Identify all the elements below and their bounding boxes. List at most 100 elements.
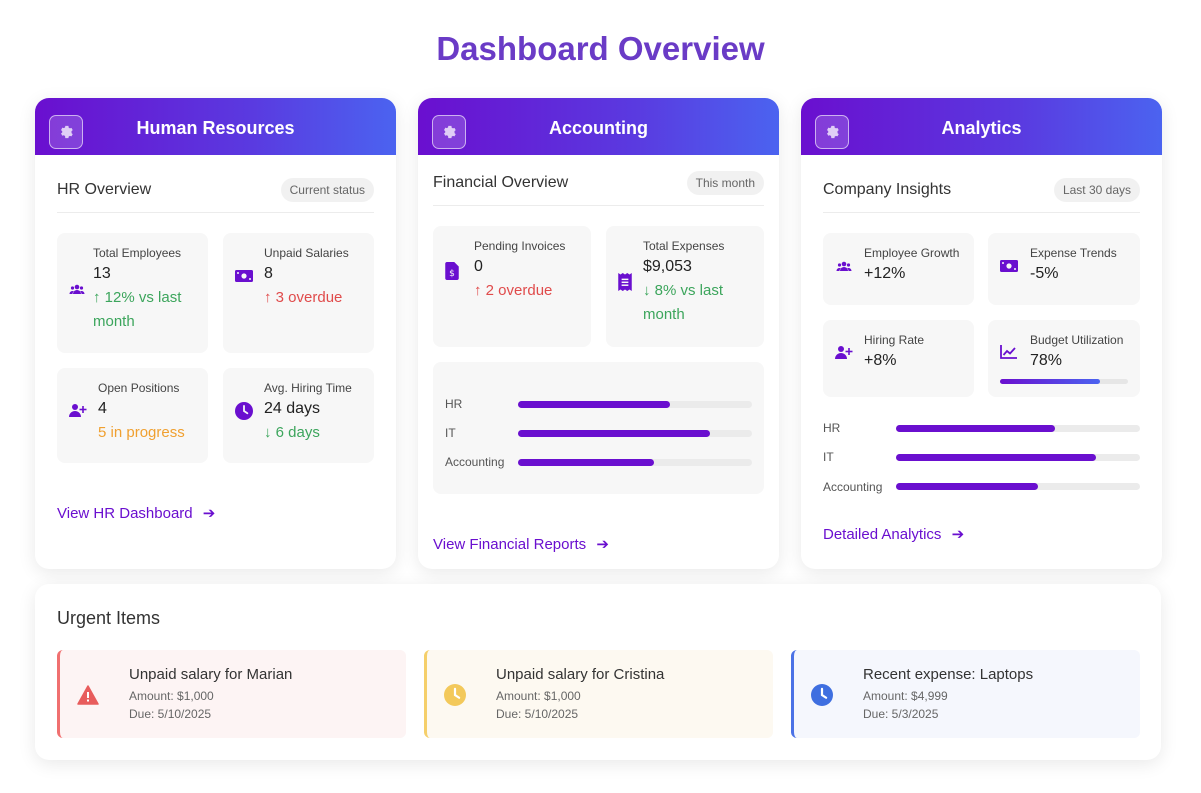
stat-value: 8 xyxy=(264,265,273,282)
analytics-card-header: Analytics xyxy=(801,98,1162,155)
detailed-analytics-link[interactable]: Detailed Analytics ➔ xyxy=(823,525,964,543)
hr-section-header: HR Overview Current status xyxy=(57,178,374,213)
clock-icon xyxy=(811,684,833,706)
stat-change: ↓ 6 days xyxy=(264,424,320,441)
stat-change: 5 in progress xyxy=(98,424,185,441)
bar-label-it: IT xyxy=(445,426,456,440)
accounting-card-title: Accounting xyxy=(549,118,648,138)
accounting-section-title: Financial Overview xyxy=(433,174,569,191)
urgent-items-title: Urgent Items xyxy=(57,608,161,628)
money-icon xyxy=(1000,260,1018,272)
hr-card: Human Resources HR Overview Current stat… xyxy=(35,98,396,569)
bar-fill-accounting xyxy=(518,459,654,466)
bar-track xyxy=(518,430,752,437)
stat-value: 24 days xyxy=(264,400,321,417)
stat-value: +12% xyxy=(864,265,906,282)
analytics-period-badge: Last 30 days xyxy=(1053,178,1140,202)
link-label: Detailed Analytics xyxy=(823,526,942,543)
analytics-section-title: Company Insights xyxy=(823,181,952,198)
department-spend-panel: HR IT Accounting xyxy=(433,362,764,494)
bar-track xyxy=(518,459,752,466)
stat-label: Budget Utilization xyxy=(1030,333,1124,347)
stat-label: Avg. Hiring Time xyxy=(264,381,352,395)
urgent-item[interactable]: Unpaid salary for Marian Amount: $1,000 … xyxy=(57,650,406,738)
stat-label: Expense Trends xyxy=(1030,246,1117,260)
accounting-section-header: Financial Overview This month xyxy=(433,171,764,206)
bar-label-it: IT xyxy=(823,450,834,464)
stat-label: Open Positions xyxy=(98,381,180,395)
view-hr-dashboard-link[interactable]: View HR Dashboard ➔ xyxy=(57,504,215,522)
arrow-right-icon: ➔ xyxy=(596,536,609,553)
stat-change: ↓ 8% vs last xyxy=(643,282,724,299)
expense-trends-card: Expense Trends -5% xyxy=(988,233,1140,305)
stat-label: Pending Invoices xyxy=(474,239,566,253)
stat-change: month xyxy=(93,313,135,330)
link-label: View HR Dashboard xyxy=(57,505,193,522)
stat-label: Total Employees xyxy=(93,246,182,260)
stat-label: Employee Growth xyxy=(864,246,960,260)
bar-fill-hr xyxy=(518,401,671,408)
view-financial-reports-link[interactable]: View Financial Reports ➔ xyxy=(433,535,609,553)
stat-label: Hiring Rate xyxy=(864,333,925,347)
stat-value: 4 xyxy=(98,400,107,417)
bar-label-accounting: Accounting xyxy=(445,455,505,469)
budget-utilization-card: Budget Utilization 78% xyxy=(988,320,1140,397)
stat-change: ↑ 3 overdue xyxy=(264,289,343,306)
hr-card-title: Human Resources xyxy=(136,118,295,138)
pending-invoices-card: $ Pending Invoices 0 ↑ 2 overdue xyxy=(433,226,591,347)
bar-track xyxy=(518,401,752,408)
clock-icon xyxy=(444,684,466,706)
hr-card-header: Human Resources xyxy=(35,98,396,155)
accounting-period-badge: This month xyxy=(686,171,764,195)
bar-fill-it xyxy=(896,454,1097,461)
bar-track xyxy=(896,483,1140,490)
bar-fill-hr xyxy=(896,425,1055,432)
analytics-section-header: Company Insights Last 30 days xyxy=(823,178,1140,213)
money-icon xyxy=(235,270,253,282)
urgent-items-panel: Urgent Items Unpaid salary for Marian Am… xyxy=(35,584,1161,760)
urgent-item-amount: Amount: $1,000 xyxy=(129,689,214,703)
users-icon xyxy=(69,284,85,294)
stat-value: -5% xyxy=(1030,265,1059,282)
invoice-icon: $ xyxy=(445,262,459,280)
urgent-item-title: Recent expense: Laptops xyxy=(863,666,1034,683)
urgent-item-amount: Amount: $4,999 xyxy=(863,689,948,703)
chart-line-icon xyxy=(1000,345,1017,359)
avg-hiring-time-card: Avg. Hiring Time 24 days ↓ 6 days xyxy=(223,368,374,463)
urgent-item-title: Unpaid salary for Marian xyxy=(129,666,293,683)
arrow-right-icon: ➔ xyxy=(951,526,965,543)
analytics-card: Analytics Company Insights Last 30 days … xyxy=(801,98,1162,569)
bar-label-accounting: Accounting xyxy=(823,480,883,494)
budget-progress-fill xyxy=(1000,379,1100,384)
stat-value: 13 xyxy=(93,265,111,282)
stat-value: +8% xyxy=(864,352,897,369)
user-plus-icon xyxy=(835,346,853,359)
user-plus-icon xyxy=(69,404,87,417)
stat-value: $9,053 xyxy=(643,258,692,275)
page-title: Dashboard Overview xyxy=(436,30,765,67)
stat-change: ↑ 2 overdue xyxy=(474,282,553,299)
clock-icon xyxy=(235,402,253,420)
stat-change: ↑ 12% vs last xyxy=(93,289,182,306)
bar-fill-accounting xyxy=(896,483,1038,490)
budget-progress-track xyxy=(1000,379,1128,384)
stat-value: 78% xyxy=(1030,352,1063,369)
unpaid-salaries-card: Unpaid Salaries 8 ↑ 3 overdue xyxy=(223,233,374,353)
urgent-item[interactable]: Unpaid salary for Cristina Amount: $1,00… xyxy=(424,650,773,738)
open-positions-card: Open Positions 4 5 in progress xyxy=(57,368,208,463)
users-icon xyxy=(836,261,852,271)
accounting-card: Accounting Financial Overview This month… xyxy=(418,98,779,569)
bar-track xyxy=(896,454,1140,461)
stat-change: month xyxy=(643,306,685,323)
urgent-item[interactable]: Recent expense: Laptops Amount: $4,999 D… xyxy=(791,650,1140,738)
link-label: View Financial Reports xyxy=(433,536,587,553)
bar-label-hr: HR xyxy=(823,421,841,435)
urgent-item-title: Unpaid salary for Cristina xyxy=(496,666,665,683)
urgent-item-amount: Amount: $1,000 xyxy=(496,689,581,703)
stat-label: Unpaid Salaries xyxy=(264,246,349,260)
svg-text:$: $ xyxy=(449,269,455,279)
urgent-item-due: Due: 5/10/2025 xyxy=(496,707,579,721)
employee-growth-card: Employee Growth +12% xyxy=(823,233,974,305)
accounting-card-header: Accounting xyxy=(418,98,779,155)
hiring-rate-card: Hiring Rate +8% xyxy=(823,320,974,397)
